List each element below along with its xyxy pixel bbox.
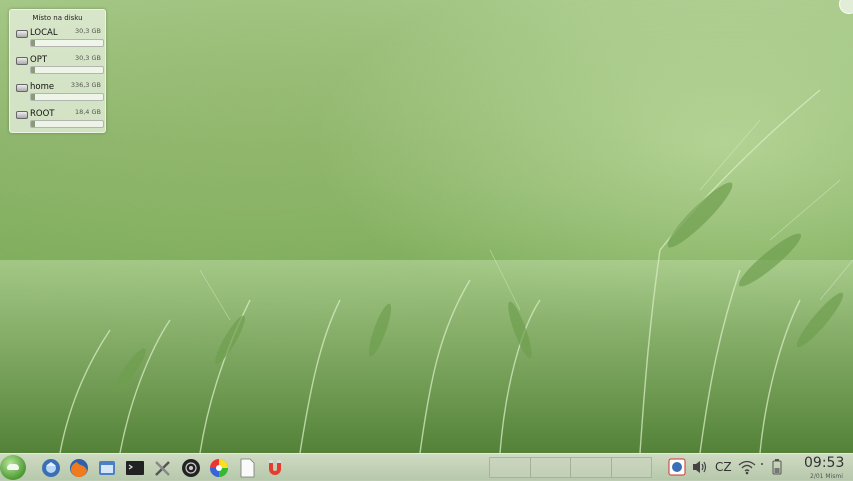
disk-space-widget: Místo na disku LOCAL 30,3 GB OPT 30,3 GB… (9, 9, 106, 133)
thunderbird-icon[interactable] (41, 458, 61, 478)
battery-icon[interactable] (772, 459, 782, 475)
hard-drive-icon (16, 111, 28, 119)
desktop-2[interactable] (529, 457, 571, 478)
wallpaper (0, 89, 853, 453)
audio-player-icon[interactable] (181, 458, 201, 478)
terminal-icon[interactable] (125, 458, 145, 478)
disk-name: OPT (30, 55, 48, 65)
disk-item-root[interactable]: ROOT 18,4 GB (14, 108, 104, 130)
disk-usage-bar (30, 120, 104, 128)
volume-icon[interactable] (691, 459, 709, 475)
update-notifier-icon[interactable] (668, 458, 686, 476)
disk-name: ROOT (30, 109, 55, 119)
magnet-icon[interactable] (265, 458, 285, 478)
disk-item-home[interactable]: home 336,3 GB (14, 81, 104, 103)
disk-name: LOCAL (30, 28, 58, 38)
disk-usage-bar (30, 39, 104, 47)
widget-title: Místo na disku (32, 14, 83, 22)
taskbar: CZ 09:53 2/01 Mismi (0, 453, 853, 481)
mageia-icon[interactable] (0, 455, 26, 480)
disk-item-local[interactable]: LOCAL 30,3 GB (14, 27, 104, 49)
hard-drive-icon (16, 84, 28, 92)
disk-name: home (30, 82, 55, 92)
virtual-desktop-pager[interactable] (489, 457, 652, 478)
keyboard-layout-indicator[interactable]: CZ (715, 460, 732, 474)
disk-size: 30,3 GB (74, 54, 101, 62)
disk-size: 336,3 GB (70, 81, 101, 89)
system-settings-icon[interactable] (153, 458, 173, 478)
desktop-4[interactable] (610, 457, 652, 478)
desktop-1[interactable] (489, 457, 531, 478)
firefox-icon[interactable] (69, 458, 89, 478)
color-picker-icon[interactable] (209, 458, 229, 478)
hard-drive-icon (16, 57, 28, 65)
disk-usage-bar (30, 66, 104, 74)
disk-usage-bar (30, 93, 104, 101)
disk-size: 30,3 GB (74, 27, 101, 35)
hard-drive-icon (16, 30, 28, 38)
desktop-3[interactable] (570, 457, 612, 478)
clock-time[interactable]: 09:53 (804, 455, 844, 471)
clock-date: 2/01 Mismi (810, 473, 843, 480)
text-editor-icon[interactable] (237, 458, 257, 478)
disk-item-opt[interactable]: OPT 30,3 GB (14, 54, 104, 76)
disk-size: 18,4 GB (74, 108, 101, 116)
wifi-icon[interactable] (738, 459, 756, 475)
file-manager-icon[interactable] (97, 458, 117, 478)
tray-separator (761, 463, 763, 465)
